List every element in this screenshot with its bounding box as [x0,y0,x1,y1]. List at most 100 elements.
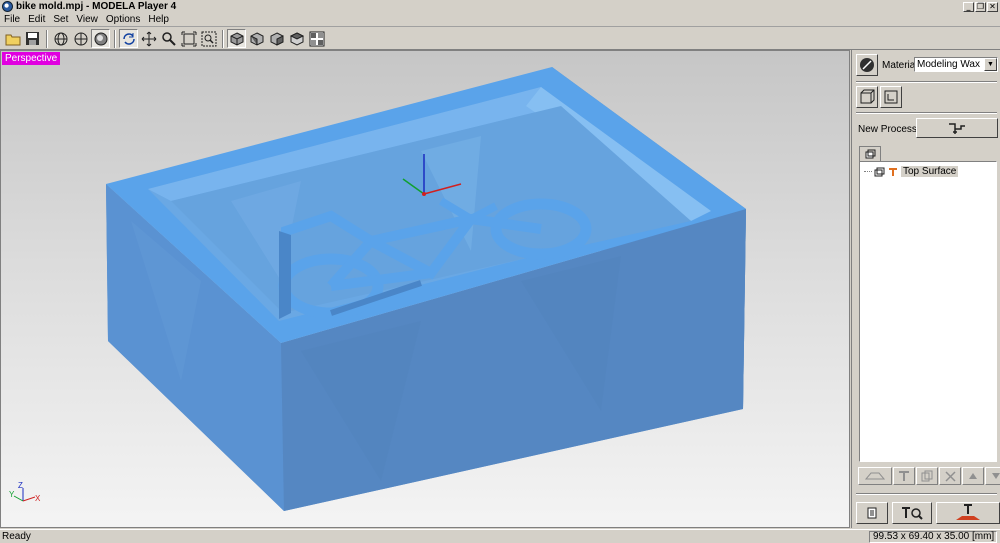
bottom-buttons [856,502,1000,524]
front-view-button[interactable] [247,29,266,48]
window-controls: _ ❐ ✕ [963,1,1000,12]
delete-icon [944,470,956,482]
panel-divider [856,81,997,83]
panel-divider [856,112,997,114]
preview-button[interactable] [856,502,888,524]
view-shaded-button[interactable] [91,29,110,48]
save-button[interactable] [23,29,42,48]
view-shaded-icon [94,32,107,45]
new-process-icon [949,123,965,134]
front-view-icon [250,31,263,46]
layers-icon [865,149,875,159]
path-icon [865,472,885,480]
cut-button[interactable] [936,502,1000,524]
axis-y-label: Y [9,490,15,499]
process-tool-button[interactable] [893,467,915,485]
tab-process-tree[interactable] [859,146,881,161]
grid-view-icon [309,31,324,46]
tree-connector [864,171,872,172]
view-solid-icon [74,32,87,45]
toolbar-separator [222,29,224,48]
side-view-icon [270,31,283,46]
tool-change-icon [899,471,909,481]
layers-icon [874,167,885,176]
menu-view[interactable]: View [72,14,102,25]
view-wire-button[interactable] [51,29,70,48]
document-icon [867,507,877,519]
back-view-icon [289,31,304,46]
open-button[interactable] [3,29,22,48]
chevron-down-icon[interactable]: ▼ [984,58,997,71]
axis-triad: Z Y X [9,481,41,503]
grid-view-button[interactable] [307,29,326,48]
tool-zoom-icon [902,507,923,520]
new-process-label: New Process [858,124,917,135]
process-copy-button[interactable] [916,467,938,485]
view-wire-icon [54,32,67,45]
process-panel: Material Modeling Wax ▼ New Process Top … [851,50,1000,528]
material-label: Material [882,60,918,71]
tree-item-label: Top Surface [901,166,959,177]
axis-x-label: X [35,494,41,503]
menu-file[interactable]: File [0,14,24,25]
copy-icon [921,470,933,482]
process-edit-button[interactable] [858,467,892,485]
3d-viewport[interactable]: Z Y X Perspective [0,50,850,528]
cut-icon [956,504,980,520]
menu-help[interactable]: Help [144,14,173,25]
material-value: Modeling Wax [917,59,980,70]
model-dimensions: 99.53 x 69.40 x 35.00 [mm] [869,530,997,543]
pan-button[interactable] [139,29,158,48]
side-view-button[interactable] [267,29,286,48]
fit-button[interactable] [179,29,198,48]
process-tree[interactable]: Top Surface [859,161,997,462]
close-button[interactable]: ✕ [987,1,998,12]
status-text: Ready [2,531,31,542]
menu-bar: File Edit Set View Options Help [0,13,1000,27]
minimize-button[interactable]: _ [963,1,974,12]
axis-z-label: Z [18,481,23,490]
surface-icon [889,167,897,176]
window-title: bike mold.mpj - MODELA Player 4 [16,1,177,12]
view-solid-button[interactable] [71,29,90,48]
fit-icon [181,31,196,46]
move-up-button[interactable] [962,467,984,485]
toolbar-separator [46,29,48,48]
process-tools [858,467,1000,485]
box-view-icon [860,89,875,104]
zoom-window-icon [201,31,216,46]
cut-preview-button[interactable] [892,502,932,524]
tree-item[interactable]: Top Surface [864,166,959,177]
toolbar-separator [114,29,116,48]
restore-button[interactable]: ❐ [975,1,986,12]
save-icon [26,32,39,45]
new-process-button[interactable] [916,118,998,138]
material-select[interactable]: Modeling Wax ▼ [914,57,998,72]
zoom-button[interactable] [159,29,178,48]
zoom-window-button[interactable] [199,29,218,48]
rotate-icon [122,32,135,45]
zoom-icon [161,31,176,46]
panel-divider [856,493,997,495]
back-view-button[interactable] [287,29,306,48]
material-button[interactable] [856,54,878,76]
toolbar [0,28,1000,50]
process-delete-button[interactable] [939,467,961,485]
iso-view-icon [230,31,243,46]
origin-button[interactable] [880,86,902,108]
tool-icon [860,58,874,72]
model-button[interactable] [856,86,878,108]
pan-icon [141,31,156,46]
menu-edit[interactable]: Edit [24,14,49,25]
rotate-button[interactable] [119,29,138,48]
mold-model[interactable]: Z Y X [1,51,850,528]
arrow-up-icon [969,473,977,479]
title-bar: bike mold.mpj - MODELA Player 4 _ ❐ ✕ [0,0,1000,13]
origin-icon [884,90,898,104]
view-mode-label: Perspective [2,52,61,65]
menu-options[interactable]: Options [102,14,144,25]
iso-view-button[interactable] [227,29,246,48]
menu-set[interactable]: Set [49,14,72,25]
app-icon [2,1,13,12]
move-down-button[interactable] [985,467,1000,485]
